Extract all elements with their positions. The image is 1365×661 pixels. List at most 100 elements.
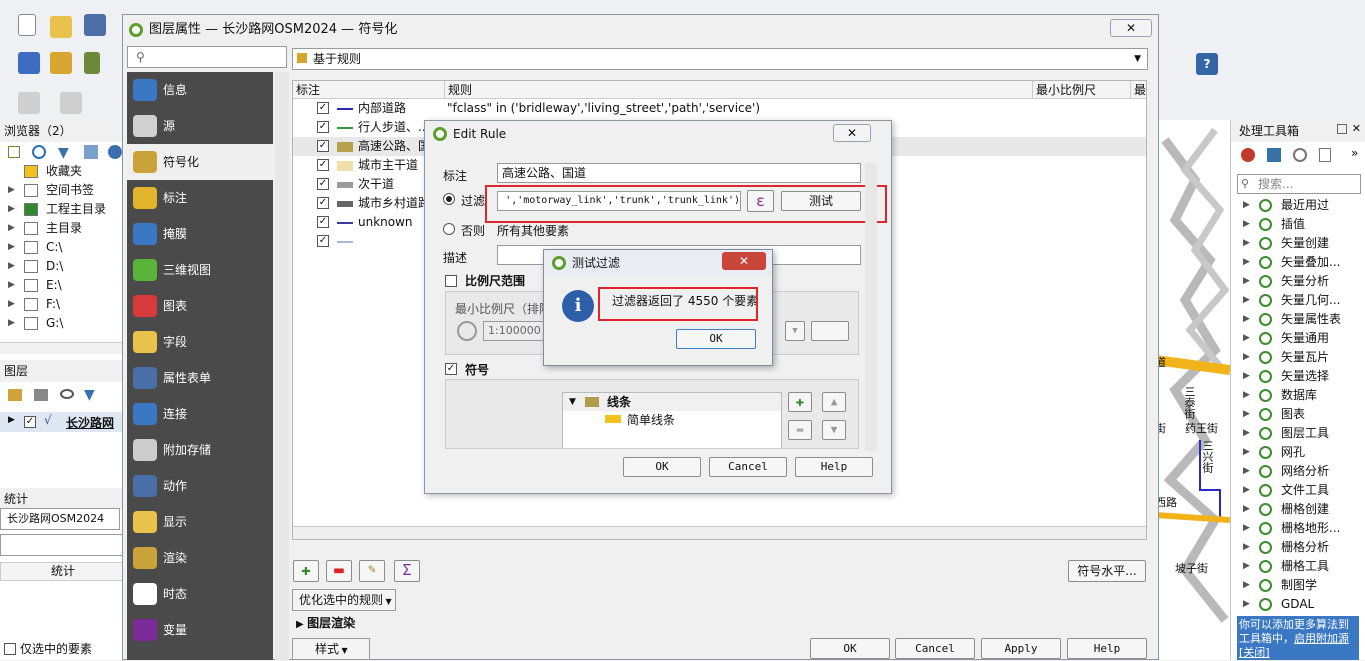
results-icon[interactable] xyxy=(1319,148,1331,162)
toolbox-item[interactable]: ▶ 矢量创建 xyxy=(1231,234,1365,253)
layer-visibility-checkbox[interactable]: ✓ xyxy=(24,416,36,428)
expand-arrow-icon[interactable]: ▶ xyxy=(8,238,15,257)
add-selected-icon[interactable] xyxy=(8,146,20,158)
layer-render-section[interactable]: ▶ 图层渲染 xyxy=(296,614,355,631)
style-icon[interactable] xyxy=(8,389,22,401)
props-ok-button[interactable]: OK xyxy=(810,638,890,659)
expand-arrow-icon[interactable]: ▶ xyxy=(1243,443,1250,462)
rule-checkbox[interactable]: ✓ xyxy=(317,159,329,171)
edit-rule-cancel-button[interactable]: Cancel xyxy=(709,457,787,477)
rule-checkbox[interactable]: ✓ xyxy=(317,197,329,209)
edit-rule-button[interactable]: ✎ xyxy=(359,560,385,582)
expand-arrow-icon[interactable]: ▶ xyxy=(1243,310,1250,329)
expand-arrow-icon[interactable]: ▶ xyxy=(8,276,15,295)
sidebar-item[interactable]: 附加存储 xyxy=(127,432,273,468)
toolbox-item[interactable]: ▶ 矢量几何... xyxy=(1231,291,1365,310)
sidebar-item[interactable]: 图表 xyxy=(127,288,273,324)
filter-layers-icon[interactable]: ▼ xyxy=(84,387,95,403)
float-icon[interactable] xyxy=(1337,124,1347,134)
new-project-icon[interactable] xyxy=(18,14,36,36)
sidebar-item[interactable]: 连接 xyxy=(127,396,273,432)
add-vector-icon[interactable] xyxy=(84,52,100,74)
toolbox-item[interactable]: ▶ 图层工具 xyxy=(1231,424,1365,443)
info-icon[interactable] xyxy=(108,145,122,159)
expand-arrow-icon[interactable]: ▶ xyxy=(1243,367,1250,386)
toolbox-item[interactable]: ▶ 矢量选择 xyxy=(1231,367,1365,386)
scale-checkbox[interactable] xyxy=(445,275,457,287)
history-icon[interactable] xyxy=(1293,148,1307,162)
else-radio[interactable] xyxy=(443,223,455,235)
sidebar-item[interactable]: 渲染 xyxy=(127,540,273,576)
only-selected[interactable]: 仅选中的要素 xyxy=(4,640,92,659)
expand-arrow-icon[interactable]: ▶ xyxy=(1243,519,1250,538)
browser-item[interactable]: ▶ E:\ xyxy=(0,276,125,295)
browser-item[interactable]: ▶ G:\ xyxy=(0,314,125,333)
sidebar-item[interactable]: 标注 xyxy=(127,180,273,216)
toolbox-item[interactable]: ▶ 栅格地形... xyxy=(1231,519,1365,538)
collapse-icon[interactable] xyxy=(84,145,98,159)
gear-icon[interactable] xyxy=(1241,148,1255,162)
sidebar-item[interactable]: 信息 xyxy=(127,72,273,108)
toolbox-item[interactable]: ▶ 最近用过 xyxy=(1231,196,1365,215)
props-apply-button[interactable]: Apply xyxy=(981,638,1061,659)
expand-arrow-icon[interactable]: ▶ xyxy=(1243,500,1250,519)
sidebar-item[interactable]: 源 xyxy=(127,108,273,144)
stats-field-select[interactable] xyxy=(0,534,126,556)
sidebar-item[interactable]: 属性表单 xyxy=(127,360,273,396)
browser-item[interactable]: ▶ F:\ xyxy=(0,295,125,314)
props-cancel-button[interactable]: Cancel xyxy=(895,638,975,659)
props-help-button[interactable]: Help xyxy=(1067,638,1147,659)
expand-arrow-icon[interactable]: ▶ xyxy=(8,314,15,333)
close-panel-icon[interactable]: ✕ xyxy=(1352,122,1361,135)
expand-arrow-icon[interactable]: ▶ xyxy=(1243,329,1250,348)
toolbox-item[interactable]: ▶ 数据库 xyxy=(1231,386,1365,405)
expand-arrow-icon[interactable]: ▶ xyxy=(1243,595,1250,614)
sidebar-item[interactable]: 符号化 xyxy=(127,144,273,180)
expand-arrow-icon[interactable]: ▶ xyxy=(1243,424,1250,443)
expand-arrow-icon[interactable]: ▶ xyxy=(8,415,15,425)
edit-rule-scrollbar[interactable] xyxy=(865,163,877,451)
add-group-icon[interactable] xyxy=(34,389,48,401)
stats-layer-select[interactable]: 长沙路网OSM2024 xyxy=(0,508,120,530)
rule-checkbox[interactable]: ✓ xyxy=(317,121,329,133)
expand-arrow-icon[interactable]: ▶ xyxy=(1243,348,1250,367)
toolbox-item[interactable]: ▶ 矢量分析 xyxy=(1231,272,1365,291)
toolbox-item[interactable]: ▶ 制图学 xyxy=(1231,576,1365,595)
tree-line-item[interactable]: ▼ 线条 xyxy=(563,393,781,411)
expand-arrow-icon[interactable]: ▶ xyxy=(1243,215,1250,234)
select-icon[interactable] xyxy=(60,92,82,114)
toolbox-item[interactable]: ▶ 网孔 xyxy=(1231,443,1365,462)
browser-item[interactable]: ▶ 空间书签 xyxy=(0,181,125,200)
map-canvas[interactable]: 道 三泰街 药王街 三兴街 街 西路 坡子街 xyxy=(1155,120,1230,660)
toolbox-item[interactable]: ▶ 栅格创建 xyxy=(1231,500,1365,519)
toolbox-item[interactable]: ▶ 栅格分析 xyxy=(1231,538,1365,557)
help-icon[interactable]: ? xyxy=(1196,53,1218,75)
expand-arrow-icon[interactable]: ▶ xyxy=(1243,462,1250,481)
sidebar-item[interactable]: 变量 xyxy=(127,612,273,648)
props-search-input[interactable]: ⚲ xyxy=(127,46,287,68)
table-hscroll[interactable] xyxy=(293,526,1146,539)
rule-checkbox[interactable]: ✓ xyxy=(317,216,329,228)
rule-checkbox[interactable]: ✓ xyxy=(317,140,329,152)
expand-arrow-icon[interactable]: ▶ xyxy=(1243,405,1250,424)
edit-rule-help-button[interactable]: Help xyxy=(795,457,873,477)
browser-item[interactable]: 收藏夹 xyxy=(0,162,125,181)
toolbox-item[interactable]: ▶ 文件工具 xyxy=(1231,481,1365,500)
expand-arrow-icon[interactable]: ▶ xyxy=(1243,576,1250,595)
save-project-icon[interactable] xyxy=(84,14,106,36)
browser-hscroll[interactable] xyxy=(0,342,126,354)
symbol-levels-button[interactable]: 符号水平... xyxy=(1068,560,1146,582)
note-close[interactable]: [关闭] xyxy=(1239,646,1270,659)
expand-arrow-icon[interactable]: ▶ xyxy=(8,219,15,238)
python-icon[interactable] xyxy=(1267,148,1281,162)
expand-arrow-icon[interactable]: ▶ xyxy=(1243,253,1250,272)
sidebar-item[interactable]: 时态 xyxy=(127,576,273,612)
toolbox-search[interactable]: 搜索... xyxy=(1237,174,1361,194)
expand-arrow-icon[interactable]: ▶ xyxy=(1243,481,1250,500)
sidebar-item[interactable]: 三维视图 xyxy=(127,252,273,288)
test-ok-button[interactable]: OK xyxy=(676,329,756,349)
toolbox-item[interactable]: ▶ 图表 xyxy=(1231,405,1365,424)
toolbox-item[interactable]: ▶ GDAL xyxy=(1231,595,1365,614)
expand-arrow-icon[interactable]: ▶ xyxy=(8,200,15,219)
browser-item[interactable]: ▶ 工程主目录 xyxy=(0,200,125,219)
